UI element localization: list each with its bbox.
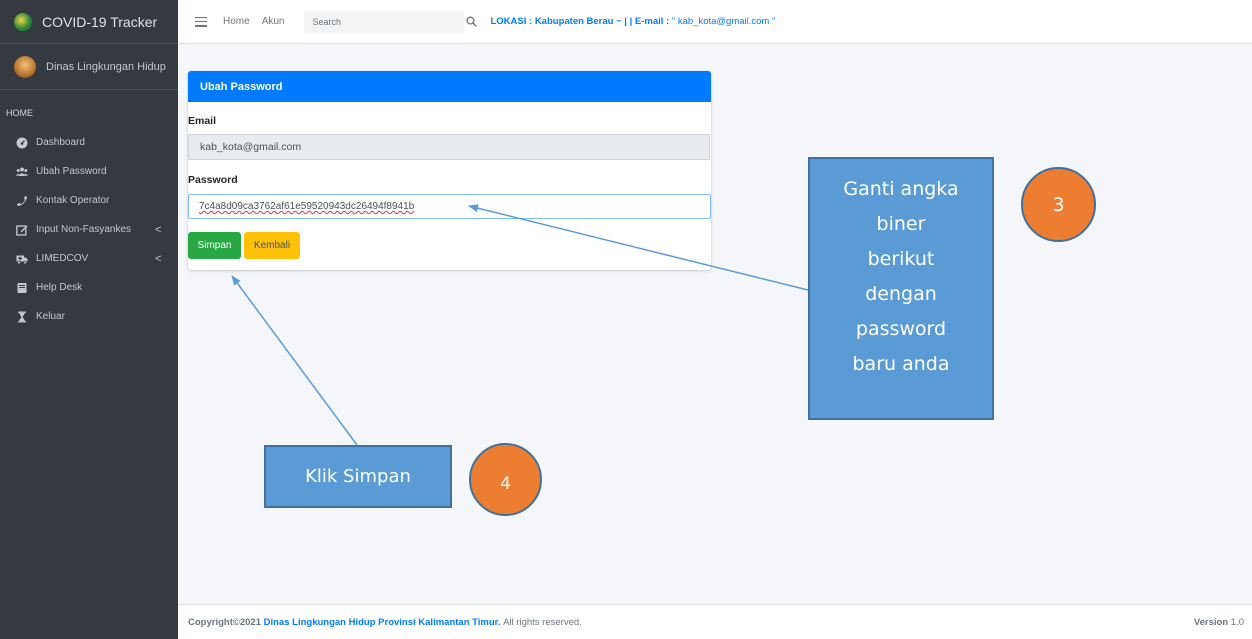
- sidebar: COVID-19 Tracker Dinas Lingkungan Hidup …: [0, 0, 178, 639]
- user-panel[interactable]: Dinas Lingkungan Hidup: [0, 44, 178, 90]
- sidebar-item-label: Input Non-Fasyankes: [36, 224, 132, 235]
- nav-link-home[interactable]: Home: [223, 16, 250, 27]
- nav-header: HOME: [6, 108, 33, 118]
- step-3-callout: Ganti angka biner berikut dengan passwor…: [808, 157, 994, 420]
- email-field[interactable]: kab_kota@gmail.com: [188, 134, 710, 160]
- phone-icon: [16, 195, 28, 207]
- book-icon: [16, 282, 28, 294]
- top-navbar: Home Akun Search LOKASI : Kabupaten Bera…: [178, 0, 1252, 44]
- sidebar-item-limedcov[interactable]: LIMEDCOV <: [0, 244, 178, 273]
- callout-line: Ganti angka: [843, 178, 959, 200]
- sidebar-item-ubah-password[interactable]: Ubah Password: [0, 157, 178, 186]
- search-input[interactable]: Search: [304, 10, 465, 33]
- callout-line: biner: [876, 213, 926, 235]
- callout-line: berikut: [867, 248, 935, 270]
- brand-title: COVID-19 Tracker: [42, 13, 158, 30]
- password-label: Password: [188, 174, 238, 186]
- save-button[interactable]: Simpan: [188, 232, 241, 259]
- user-name: Dinas Lingkungan Hidup: [46, 60, 166, 73]
- change-password-card: Ubah Password Email kab_kota@gmail.com P…: [188, 71, 711, 270]
- step-4-badge: 4: [469, 443, 542, 516]
- sidebar-item-label: Help Desk: [36, 282, 83, 293]
- sidebar-item-label: Ubah Password: [36, 166, 107, 177]
- menu-toggle-icon[interactable]: [195, 16, 207, 27]
- callout-line: password: [855, 318, 947, 340]
- sidebar-item-help-desk[interactable]: Help Desk: [0, 273, 178, 302]
- callout-line: dengan: [865, 283, 937, 305]
- footer-copyright: Copyright©2021: [188, 616, 261, 628]
- step-3-badge: 3: [1021, 167, 1096, 242]
- dashboard-icon: [16, 137, 28, 149]
- users-icon: [16, 166, 28, 178]
- edit-icon: [16, 224, 28, 236]
- avatar: [14, 55, 36, 78]
- sidebar-item-label: LIMEDCOV: [36, 253, 89, 264]
- version-value: 1.0: [1230, 617, 1244, 628]
- chevron-left-icon: <: [155, 253, 162, 265]
- footer-version: Version 1.0: [1194, 617, 1244, 628]
- version-label: Version: [1193, 617, 1229, 628]
- sidebar-item-input-non-fasyankes[interactable]: Input Non-Fasyankes <: [0, 215, 178, 244]
- sidebar-item-keluar[interactable]: Keluar: [0, 302, 178, 331]
- sidebar-item-dashboard[interactable]: Dashboard: [0, 128, 178, 157]
- password-field[interactable]: 7c4a8d09ca3762af61e59520943dc26494f8941b: [188, 194, 711, 219]
- back-button[interactable]: Kembali: [244, 232, 300, 259]
- footer-rights: All rights reserved.: [503, 616, 582, 628]
- footer: Copyright©2021 Dinas Lingkungan Hidup Pr…: [178, 604, 1252, 639]
- step-4-callout: Klik Simpan: [264, 445, 452, 508]
- ambulance-icon: [16, 253, 28, 265]
- brand-logo-icon: [14, 12, 32, 31]
- chevron-left-icon: <: [155, 224, 162, 236]
- location-email: " kab_kota@gmail.com ": [669, 16, 776, 27]
- arrow-to-save: [231, 275, 358, 446]
- footer-org-link[interactable]: Dinas Lingkungan Hidup Provinsi Kalimant…: [264, 617, 501, 628]
- brand-link[interactable]: COVID-19 Tracker: [0, 0, 178, 44]
- sidebar-item-label: Keluar: [36, 311, 65, 322]
- hourglass-icon: [16, 311, 28, 323]
- location-label: LOKASI : Kabupaten Berau ~ | | E-mail :: [490, 16, 670, 27]
- sidebar-item-kontak-operator[interactable]: Kontak Operator: [0, 186, 178, 215]
- callout-line: baru anda: [852, 353, 950, 375]
- password-value: 7c4a8d09ca3762af61e59520943dc26494f8941b: [199, 201, 415, 212]
- location-info: LOKASI : Kabupaten Berau ~ | | E-mail : …: [490, 16, 775, 27]
- email-label: Email: [188, 115, 217, 127]
- search-icon[interactable]: [462, 11, 480, 33]
- sidebar-item-label: Kontak Operator: [36, 195, 110, 206]
- sidebar-item-label: Dashboard: [36, 137, 85, 148]
- card-title: Ubah Password: [188, 71, 711, 102]
- nav-link-akun[interactable]: Akun: [262, 16, 285, 27]
